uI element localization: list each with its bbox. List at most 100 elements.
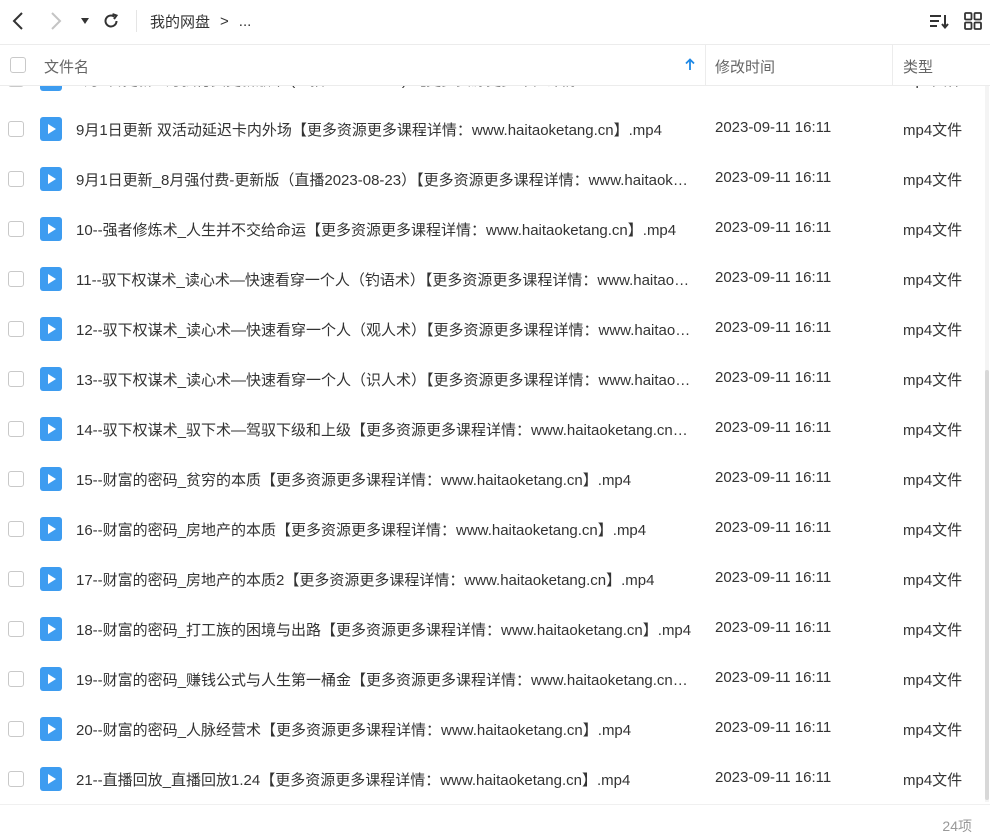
video-file-icon <box>40 717 62 741</box>
breadcrumb-separator: > <box>220 13 229 30</box>
file-name[interactable]: 12--驭下权谋术_读心术—快速看穿一个人（观人术）【更多资源更多课程详情：ww… <box>76 319 692 340</box>
sort-ascending-icon[interactable] <box>685 58 695 71</box>
video-file-icon <box>40 767 62 791</box>
row-checkbox[interactable] <box>8 321 24 337</box>
video-file-icon <box>40 217 62 241</box>
file-name[interactable]: 16--财富的密码_房地产的本质【更多资源更多课程详情：www.haitaoke… <box>76 519 692 540</box>
file-modified-time: 2023-09-11 16:11 <box>715 519 832 536</box>
video-file-icon <box>40 417 62 441</box>
file-row[interactable]: 9月1日更新_8月强付费-更新版（直播2023-08-23）【更多资源更多课程详… <box>0 154 985 204</box>
row-checkbox[interactable] <box>8 271 24 287</box>
row-checkbox[interactable] <box>8 721 24 737</box>
file-row[interactable]: 16--财富的密码_房地产的本质【更多资源更多课程详情：www.haitaoke… <box>0 504 985 554</box>
file-name[interactable]: 9月1日更新_8月强付费-更新版（直播2023-08-23）【更多资源更多课程详… <box>76 169 692 190</box>
item-count: 24项 <box>942 818 972 834</box>
column-name[interactable]: 文件名 <box>44 56 89 77</box>
file-modified-time: 2023-09-11 16:11 <box>715 219 832 236</box>
file-row[interactable]: 14--驭下权谋术_驭下术—驾驭下级和上级【更多资源更多课程详情：www.hai… <box>0 404 985 454</box>
video-file-icon <box>40 117 62 141</box>
file-name[interactable]: 21--直播回放_直播回放1.24【更多资源更多课程详情：www.haitaok… <box>76 769 692 790</box>
breadcrumb-more[interactable]: ... <box>239 13 252 30</box>
column-divider[interactable] <box>705 45 706 85</box>
file-modified-time: 2023-09-11 16:11 <box>715 669 832 686</box>
file-row[interactable]: 17--财富的密码_房地产的本质2【更多资源更多课程详情：www.haitaok… <box>0 554 985 604</box>
file-type: mp4文件 <box>903 572 963 589</box>
file-type: mp4文件 <box>903 422 963 439</box>
file-modified-time: 2023-09-11 16:11 <box>715 619 832 636</box>
file-name[interactable]: 10--强者修炼术_人生并不交给命运【更多资源更多课程详情：www.haitao… <box>76 219 692 240</box>
file-modified-time: 2023-09-11 16:11 <box>715 319 832 336</box>
video-file-icon <box>40 567 62 591</box>
row-checkbox[interactable] <box>8 471 24 487</box>
file-row[interactable]: 13--驭下权谋术_读心术—快速看穿一个人（识人术）【更多资源更多课程详情：ww… <box>0 354 985 404</box>
column-divider[interactable] <box>892 45 893 85</box>
file-row[interactable]: 12--驭下权谋术_读心术—快速看穿一个人（观人术）【更多资源更多课程详情：ww… <box>0 304 985 354</box>
video-file-icon <box>40 667 62 691</box>
file-type: mp4文件 <box>903 272 963 289</box>
row-checkbox[interactable] <box>8 421 24 437</box>
caret-down-icon <box>81 18 89 24</box>
file-name[interactable]: 9月1日更新 双活动延迟卡内外场【更多资源更多课程详情：www.haitaoke… <box>76 119 692 140</box>
video-file-icon <box>40 467 62 491</box>
file-type: mp4文件 <box>903 722 963 739</box>
row-checkbox[interactable] <box>8 121 24 137</box>
chevron-left-icon <box>12 12 23 30</box>
file-type: mp4文件 <box>903 372 963 389</box>
video-file-icon <box>40 367 62 391</box>
file-modified-time: 2023-09-11 16:11 <box>715 119 832 136</box>
breadcrumb: 我的网盘 > ... <box>150 11 251 32</box>
file-modified-time: 2023-09-11 16:11 <box>715 769 832 786</box>
video-file-icon <box>40 617 62 641</box>
refresh-button[interactable] <box>100 8 122 34</box>
file-name[interactable]: 19--财富的密码_赚钱公式与人生第一桶金【更多资源更多课程详情：www.hai… <box>76 669 692 690</box>
back-button[interactable] <box>8 8 28 34</box>
video-file-icon <box>40 517 62 541</box>
file-modified-time: 2023-09-11 16:11 <box>715 369 832 386</box>
file-type: mp4文件 <box>903 172 963 189</box>
file-row[interactable]: 19--财富的密码_赚钱公式与人生第一桶金【更多资源更多课程详情：www.hai… <box>0 654 985 704</box>
row-checkbox[interactable] <box>8 521 24 537</box>
file-modified-time: 2023-09-11 16:11 <box>715 569 832 586</box>
row-checkbox[interactable] <box>8 571 24 587</box>
file-name[interactable]: 18--财富的密码_打工族的困境与出路【更多资源更多课程详情：www.haita… <box>76 619 692 640</box>
file-row[interactable]: 9月1日更新 双活动延迟卡内外场【更多资源更多课程详情：www.haitaoke… <box>0 104 985 154</box>
breadcrumb-root[interactable]: 我的网盘 <box>150 11 210 32</box>
file-type: mp4文件 <box>903 222 963 239</box>
column-header: 文件名 修改时间 类型 <box>0 44 990 86</box>
forward-button[interactable] <box>46 8 66 34</box>
file-name[interactable]: 11--驭下权谋术_读心术—快速看穿一个人（钓语术）【更多资源更多课程详情：ww… <box>76 269 692 290</box>
file-row[interactable]: 15--财富的密码_贫穷的本质【更多资源更多课程详情：www.haitaoket… <box>0 454 985 504</box>
file-modified-time: 2023-09-11 16:11 <box>715 719 832 736</box>
row-checkbox[interactable] <box>8 221 24 237</box>
column-modified[interactable]: 修改时间 <box>715 56 775 77</box>
row-checkbox[interactable] <box>8 671 24 687</box>
video-file-icon <box>40 167 62 191</box>
file-row[interactable]: 20--财富的密码_人脉经营术【更多资源更多课程详情：www.haitaoket… <box>0 704 985 754</box>
file-name[interactable]: 20--财富的密码_人脉经营术【更多资源更多课程详情：www.haitaoket… <box>76 719 692 740</box>
file-row[interactable]: 21--直播回放_直播回放1.24【更多资源更多课程详情：www.haitaok… <box>0 754 985 804</box>
file-modified-time: 2023-09-11 16:11 <box>715 169 832 186</box>
toolbar: 我的网盘 > ... <box>0 0 990 44</box>
sort-button[interactable] <box>928 8 950 34</box>
file-row[interactable]: 11--驭下权谋术_读心术—快速看穿一个人（钓语术）【更多资源更多课程详情：ww… <box>0 254 985 304</box>
file-type: mp4文件 <box>903 472 963 489</box>
scrollbar-thumb[interactable] <box>985 370 989 800</box>
history-dropdown-button[interactable] <box>78 8 92 34</box>
row-checkbox[interactable] <box>8 771 24 787</box>
refresh-icon <box>104 13 119 28</box>
grid-icon <box>964 12 982 30</box>
file-name[interactable]: 13--驭下权谋术_读心术—快速看穿一个人（识人术）【更多资源更多课程详情：ww… <box>76 369 692 390</box>
row-checkbox[interactable] <box>8 371 24 387</box>
file-name[interactable]: 15--财富的密码_贫穷的本质【更多资源更多课程详情：www.haitaoket… <box>76 469 692 490</box>
file-modified-time: 2023-09-11 16:11 <box>715 269 832 286</box>
file-name[interactable]: 14--驭下权谋术_驭下术—驾驭下级和上级【更多资源更多课程详情：www.hai… <box>76 419 692 440</box>
select-all-checkbox[interactable] <box>10 57 26 73</box>
file-row[interactable]: 18--财富的密码_打工族的困境与出路【更多资源更多课程详情：www.haita… <box>0 604 985 654</box>
row-checkbox[interactable] <box>8 621 24 637</box>
column-type[interactable]: 类型 <box>903 56 933 77</box>
file-type: mp4文件 <box>903 622 963 639</box>
file-row[interactable]: 10--强者修炼术_人生并不交给命运【更多资源更多课程详情：www.haitao… <box>0 204 985 254</box>
grid-view-button[interactable] <box>962 8 984 34</box>
file-name[interactable]: 17--财富的密码_房地产的本质2【更多资源更多课程详情：www.haitaok… <box>76 569 692 590</box>
row-checkbox[interactable] <box>8 171 24 187</box>
